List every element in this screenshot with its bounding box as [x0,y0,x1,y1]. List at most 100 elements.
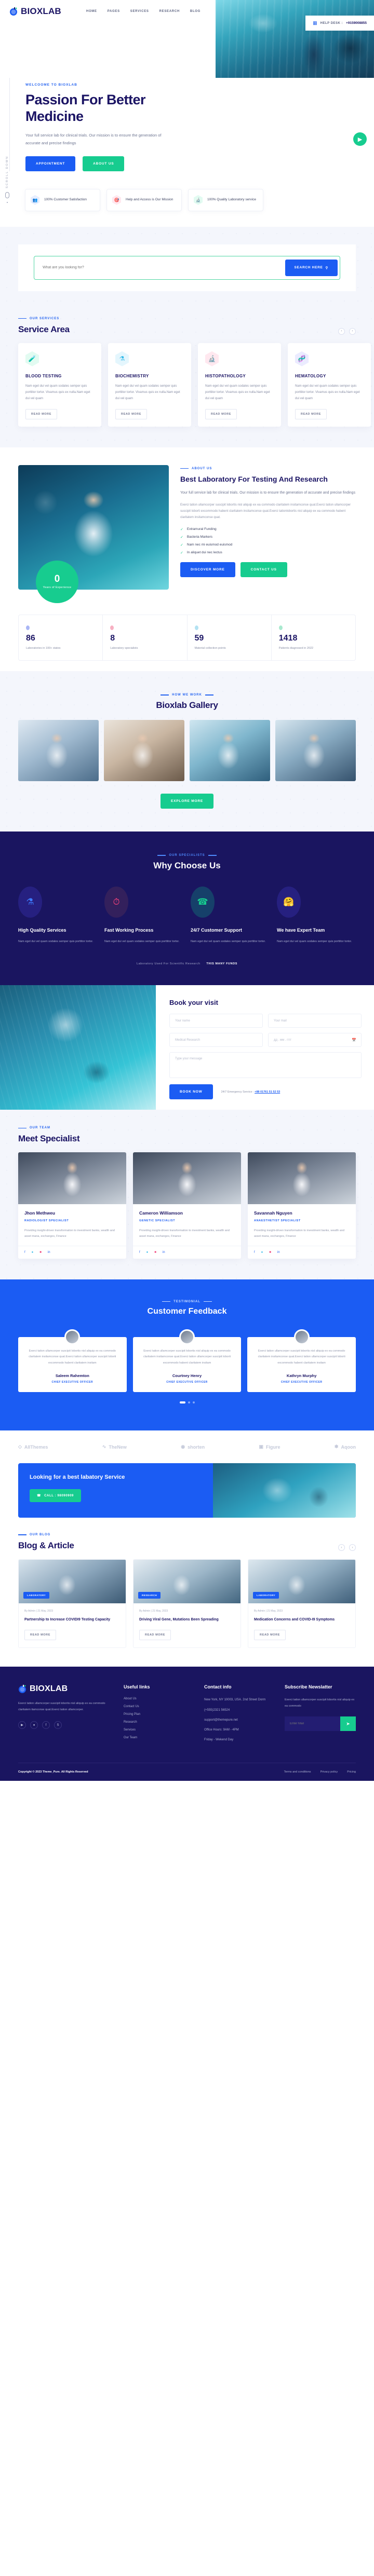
message-textarea[interactable]: Type your message [169,1052,362,1079]
youtube-icon[interactable]: ▶ [18,1721,26,1729]
partner-logo[interactable]: ◇ AllThemes [18,1444,48,1450]
blog-card[interactable]: RESEARCH By Admin | 21 May, 2023 Driving… [133,1559,241,1648]
terms-link[interactable]: Terms and conditions [284,1770,311,1774]
search-icon: ⚲ [325,266,328,270]
gallery-image[interactable] [275,719,356,781]
linkedin-icon[interactable]: in [48,1251,50,1254]
help-desk[interactable]: ▦ HELP DESK : +9159008855 [305,16,374,31]
privacy-link[interactable]: Privacy policy [320,1770,338,1774]
emergency-number[interactable]: +88 01761 51 52 53 [255,1091,280,1094]
facebook-icon[interactable]: f [254,1251,255,1254]
about-us-button[interactable]: ABOUT US [83,156,125,171]
logo[interactable]: BIOXLAB [9,6,61,17]
explore-more-button[interactable]: EXPLORE MORE [161,793,213,809]
read-more-button[interactable]: READ MORE [24,1630,57,1641]
services-header: OUR SERVICES Service Area ‹ › [18,317,356,335]
read-more-button[interactable]: READ MORE [115,408,148,419]
blog-card[interactable]: LABORATORY By Admin | 21 May, 2023 Partn… [18,1559,126,1648]
appointment-button[interactable]: APPOINTMENT [25,156,76,171]
service-card[interactable]: 🧬 HEMATOLOGY Nam eget dui vel quam sodal… [288,343,371,427]
nav-item-pages[interactable]: PAGES [108,10,120,13]
facebook-icon[interactable]: f [139,1251,140,1254]
discover-more-button[interactable]: DISCOVER MORE [180,562,235,577]
partner-logo[interactable]: ▣ Figure [259,1444,280,1450]
chevron-right-icon[interactable]: › [349,1544,356,1551]
footer-link[interactable]: Our Team [124,1736,195,1739]
calendar-icon[interactable]: 📅 [352,1038,356,1042]
gallery-image[interactable] [18,719,99,781]
read-more-button[interactable]: READ MORE [25,408,58,419]
instagram-icon[interactable]: ■ [39,1251,42,1254]
nav-item-blog[interactable]: BLOG [190,10,201,13]
twitter-icon[interactable]: ● [30,1721,38,1729]
facebook-icon[interactable]: f [42,1721,50,1729]
counter-value: 1418 [278,633,298,643]
carousel-dot[interactable] [179,1401,185,1404]
call-button[interactable]: ☎ CALL : 98090909 [30,1489,81,1503]
check-icon: ✓ [180,543,183,547]
service-card[interactable]: 🧪 BLOOD TESTING Nam eget dui vel quam so… [18,343,101,427]
nav-item-services[interactable]: SERVICES [130,10,149,13]
help-desk-number[interactable]: +9159008855 [346,21,367,25]
play-button[interactable]: ▶ [353,132,367,146]
pricing-link[interactable]: Pricing [347,1770,356,1774]
footer-phone[interactable]: (+555)2321 56524 [204,1708,275,1713]
gallery-image[interactable] [104,719,184,781]
read-more-button[interactable]: READ MORE [254,1630,286,1641]
footer-link[interactable]: Contact Us [124,1705,195,1708]
skype-icon[interactable]: S [54,1721,62,1729]
newsletter-input[interactable] [285,1716,340,1732]
scroll-down-indicator[interactable]: SCROLL DOWN [5,156,9,203]
services-list: 🧪 BLOOD TESTING Nam eget dui vel quam so… [18,343,371,427]
read-more-button[interactable]: READ MORE [139,1630,171,1641]
twitter-icon[interactable]: ● [261,1251,263,1254]
search-input[interactable] [43,266,285,270]
partner-logo[interactable]: ◉ shorten [181,1444,205,1450]
gallery-image[interactable] [190,719,270,781]
specialist-card[interactable]: Savannah Nguyen ANAESTHETIST SPECIALIST … [248,1152,356,1259]
footer-email[interactable]: support@themepure.net [204,1718,275,1723]
specialist-card[interactable]: Cameron Williamson GENETIC SPECIALIST Pr… [133,1152,241,1259]
brands-name[interactable]: THIS MANY FUNDS [206,962,237,965]
instagram-icon[interactable]: ■ [154,1251,156,1254]
read-more-button[interactable]: READ MORE [295,408,327,419]
about-image: 0 Years of Experience [18,465,169,603]
footer-link[interactable]: Pricing Plan [124,1713,195,1716]
chevron-left-icon[interactable]: ‹ [338,328,345,335]
date-field[interactable]: дд . мм . гггг 📅 [268,1033,362,1047]
email-field[interactable]: Your mail [268,1014,362,1028]
chevron-right-icon[interactable]: › [349,328,356,335]
twitter-icon[interactable]: ● [32,1251,34,1254]
partner-logo[interactable]: ∿ TheNew [102,1444,127,1450]
nav-item-home[interactable]: HOME [86,10,97,13]
twitter-icon[interactable]: ● [146,1251,149,1254]
blog-card[interactable]: LABORATORY By Admin | 21 May, 2023 Medic… [248,1559,356,1648]
blog-meta: By Admin | 21 May, 2023 [139,1610,168,1613]
send-icon[interactable]: ➤ [340,1716,356,1732]
about-content: ABOUT US Best Laboratory For Testing And… [180,465,356,577]
facebook-icon[interactable]: f [24,1251,25,1254]
partner-logo[interactable]: ❃ Aqoon [335,1444,356,1450]
service-select[interactable]: Medical Research [169,1033,263,1047]
instagram-icon[interactable]: ■ [269,1251,271,1254]
contact-us-button[interactable]: CONTACT US [240,562,287,577]
carousel-dot[interactable] [192,1401,195,1404]
search-button[interactable]: SEARCH HERE ⚲ [285,259,338,276]
book-visit-form: Book your visit Your name Your mail Medi… [156,985,374,1110]
grid-icon: ▦ [313,20,317,25]
specialist-card[interactable]: Jhon Methweu RADIOLOGIST SPECIALIST Prov… [18,1152,126,1259]
linkedin-icon[interactable]: in [163,1251,165,1254]
carousel-dot[interactable] [188,1401,190,1404]
chevron-left-icon[interactable]: ‹ [338,1544,345,1551]
footer-link[interactable]: Research [124,1721,195,1724]
name-field[interactable]: Your name [169,1014,263,1028]
service-card[interactable]: 🔬 HISTOPATHOLOGY Nam eget dui vel quam s… [198,343,281,427]
read-more-button[interactable]: READ MORE [205,408,237,419]
footer-link[interactable]: Services [124,1728,195,1732]
linkedin-icon[interactable]: in [277,1251,280,1254]
footer-link[interactable]: About Us [124,1697,195,1700]
footer-logo[interactable]: BIOXLAB [18,1684,114,1694]
service-card[interactable]: ⚗ BIOCHEMISTRY Nam eget dui vel quam sod… [108,343,191,427]
book-now-button[interactable]: BOOK NOW [169,1084,213,1100]
nav-item-research[interactable]: RESEARCH [159,10,180,13]
